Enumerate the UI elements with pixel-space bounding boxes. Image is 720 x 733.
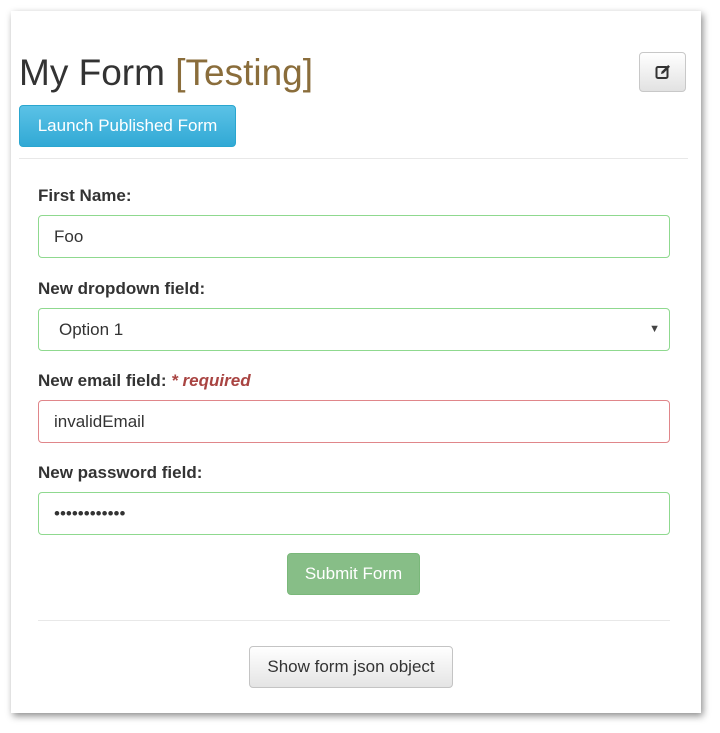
dropdown-selected-value: Option 1 — [59, 320, 124, 339]
required-indicator: * required — [171, 371, 251, 390]
show-form-json-button[interactable]: Show form json object — [249, 646, 453, 688]
dropdown-label: New dropdown field: — [38, 279, 206, 298]
edit-button[interactable] — [639, 52, 686, 92]
divider — [19, 158, 688, 159]
submit-form-button[interactable]: Submit Form — [287, 553, 420, 595]
password-masked-value: •••••••••••• — [54, 504, 126, 523]
caret-down-icon: ▼ — [649, 323, 660, 335]
email-label-text: New email field: — [38, 371, 167, 390]
status-tag: [Testing] — [175, 52, 314, 93]
form-title: My Form — [19, 52, 165, 93]
form-card: My Form [Testing] Launch Published Form … — [11, 11, 701, 713]
first-name-input[interactable]: Foo — [38, 215, 670, 258]
first-name-label: First Name: — [38, 186, 132, 205]
divider-bottom — [38, 620, 670, 621]
launch-published-form-button[interactable]: Launch Published Form — [19, 105, 236, 147]
password-input[interactable]: •••••••••••• — [38, 492, 670, 535]
email-label: New email field: * required — [38, 371, 251, 391]
first-name-value: Foo — [54, 227, 84, 246]
edit-icon — [655, 65, 670, 79]
dropdown-select[interactable]: Option 1 ▼ — [38, 308, 670, 351]
email-input[interactable]: invalidEmail — [38, 400, 670, 443]
password-label: New password field: — [38, 463, 203, 482]
email-value: invalidEmail — [54, 412, 145, 431]
page-title: My Form [Testing] — [19, 49, 313, 97]
